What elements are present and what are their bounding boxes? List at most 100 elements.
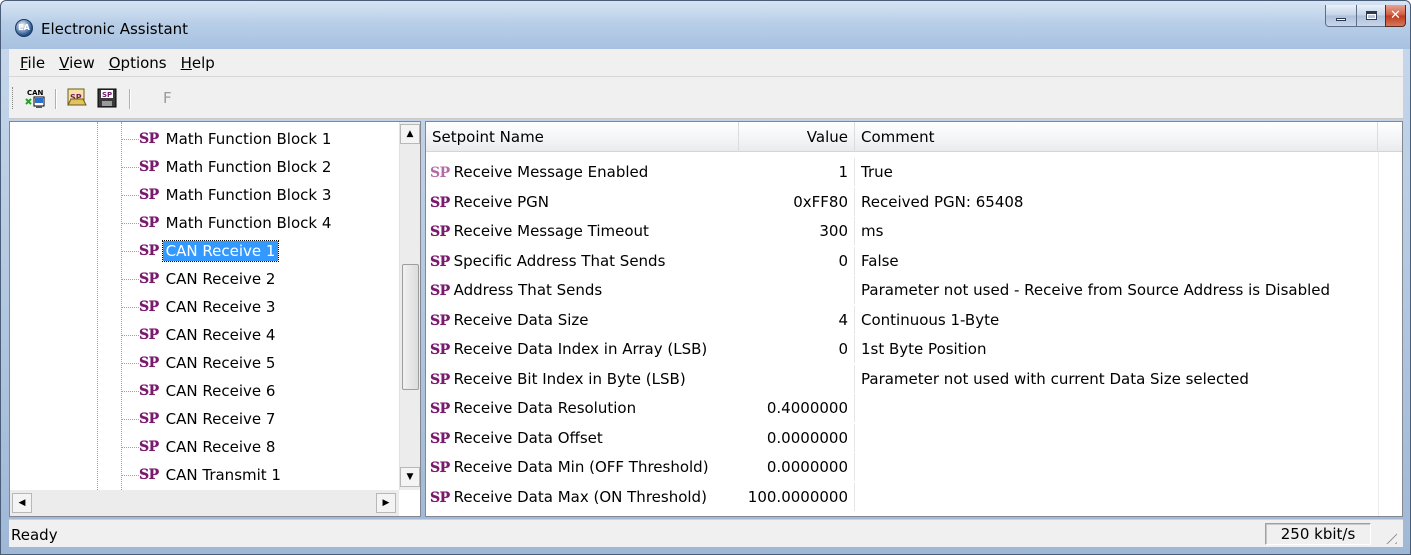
tree-item[interactable]: SP CAN Transmit 1 [121, 462, 284, 488]
list-row[interactable]: SP Receive Bit Index in Byte (LSB) Paramet… [426, 364, 1402, 393]
tree-item[interactable]: SP Math Function Block 4 [121, 210, 334, 236]
maximize-icon [1365, 11, 1377, 20]
tree-connector [121, 250, 139, 252]
setpoint-name: Specific Address That Sends [453, 251, 666, 270]
list-row[interactable]: SP Receive Message Timeout 300 ms [426, 217, 1402, 245]
menu-help[interactable]: Help [174, 54, 222, 72]
open-setpoint-button[interactable]: SP [65, 86, 89, 110]
tree-connector [121, 362, 139, 364]
setpoint-value[interactable]: 0xFF80 [739, 187, 855, 216]
close-button[interactable]: ✕ [1385, 5, 1406, 27]
tree-item[interactable]: SP CAN Receive 7 [121, 406, 278, 432]
tree-item-label[interactable]: CAN Transmit 1 [163, 465, 284, 485]
list-header: Setpoint Name Value Comment [426, 122, 1402, 152]
setpoint-comment: ms [861, 222, 884, 240]
setpoint-icon: SP [139, 131, 159, 147]
setpoint-icon: SP [430, 371, 450, 388]
setpoint-icon: SP [430, 312, 450, 329]
menu-options[interactable]: Options [102, 54, 174, 72]
setpoint-comment: 1st Byte Position [861, 340, 987, 358]
tree-item[interactable]: SP CAN Receive 6 [121, 378, 278, 404]
tree-connector [121, 166, 139, 168]
setpoint-name-cell: SP Receive Data Min (OFF Threshold) [426, 453, 739, 481]
vertical-scroll-thumb[interactable] [402, 264, 419, 390]
tree-item-label[interactable]: CAN Receive 8 [163, 437, 279, 457]
can-connect-button[interactable]: CAN [23, 86, 47, 110]
scroll-right-button[interactable]: ▶ [376, 493, 396, 513]
setpoint-name: Receive Message Enabled [453, 163, 649, 181]
list-row[interactable]: SP Specific Address That Sends 0 False [426, 246, 1402, 275]
tree-guide-line [97, 122, 98, 490]
resize-grip-icon[interactable] [1381, 528, 1397, 544]
setpoint-value[interactable]: 0.0000000 [739, 453, 855, 481]
tree-item[interactable]: SP Math Function Block 3 [121, 182, 334, 208]
tree-item[interactable]: SP CAN Receive 5 [121, 350, 278, 376]
scroll-down-button[interactable]: ▼ [400, 467, 420, 487]
maximize-button[interactable] [1356, 5, 1386, 27]
setpoint-icon: SP [139, 159, 159, 175]
setpoint-value[interactable]: 0 [739, 246, 855, 275]
setpoint-value[interactable]: 4 [739, 305, 855, 334]
scroll-up-button[interactable]: ▲ [400, 124, 420, 144]
setpoint-icon: SP [430, 401, 450, 417]
menu-bar: File View Options Help [9, 49, 1403, 77]
save-setpoint-button[interactable]: SP [95, 86, 119, 110]
toolbar: CAN SP SP F [9, 77, 1403, 119]
tree-item-label[interactable]: CAN Receive 4 [163, 325, 279, 345]
tree-item-label[interactable]: CAN Receive 1 [161, 240, 280, 262]
tree-item[interactable]: SP CAN Receive 2 [121, 266, 278, 292]
column-header-value[interactable]: Value [739, 122, 855, 152]
tree-item[interactable]: SP CAN Receive 3 [121, 294, 278, 320]
list-row[interactable]: SP Receive Data Resolution 0.4000000 [426, 394, 1402, 422]
setpoint-list[interactable]: Setpoint Name Value Comment SP Receive Me… [425, 121, 1403, 517]
column-header-setpoint-name[interactable]: Setpoint Name [426, 122, 739, 152]
setpoint-value[interactable]: 0 [739, 335, 855, 363]
setpoint-value[interactable]: 100.0000000 [739, 482, 855, 511]
tree-item[interactable]: SP Math Function Block 1 [121, 126, 334, 152]
list-row[interactable]: SP Receive Data Min (OFF Threshold) 0.0000… [426, 453, 1402, 481]
tree-item-label[interactable]: Math Function Block 4 [163, 213, 335, 233]
menu-view[interactable]: View [52, 54, 102, 72]
tree-item-label[interactable]: CAN Receive 5 [163, 353, 279, 373]
tree-connector [121, 138, 139, 140]
setpoint-name-cell: SP Address That Sends [426, 276, 739, 304]
tree-item[interactable]: SP Math Function Block 2 [121, 154, 334, 180]
list-row[interactable]: SP Receive PGN 0xFF80 Received PGN: 65408 [426, 187, 1402, 216]
list-row[interactable]: SP Receive Message Enabled 1 True [426, 158, 1402, 186]
setpoint-value[interactable] [739, 364, 855, 393]
setpoint-value[interactable]: 0.4000000 [739, 394, 855, 422]
menu-file[interactable]: File [13, 54, 52, 72]
setpoint-icon: SP [430, 224, 450, 240]
list-row[interactable]: SP Receive Data Size 4 Continuous 1-Byte [426, 305, 1402, 334]
minimize-button[interactable] [1325, 5, 1357, 27]
list-row[interactable]: SP Receive Data Max (ON Threshold) 100.000… [426, 482, 1402, 511]
tree-item-label[interactable]: Math Function Block 2 [163, 157, 335, 177]
disabled-f-button[interactable]: F [163, 89, 172, 107]
tree-item-label[interactable]: CAN Receive 2 [163, 269, 279, 289]
setpoint-value[interactable]: 300 [739, 217, 855, 245]
tree-item[interactable]: SP CAN Receive 4 [121, 322, 278, 348]
list-row[interactable]: SP Receive Data Index in Array (LSB) 0 1st … [426, 335, 1402, 363]
svg-text:CAN: CAN [27, 89, 44, 97]
tree-item[interactable]: SP CAN Receive 8 [121, 434, 278, 460]
setpoint-value[interactable]: 0.0000000 [739, 423, 855, 452]
tree-item[interactable]: SP CAN Receive 1 [121, 238, 280, 264]
setpoint-value[interactable] [739, 276, 855, 304]
tree-item-label[interactable]: CAN Receive 3 [163, 297, 279, 317]
list-row[interactable]: SP Receive Data Offset 0.0000000 [426, 423, 1402, 452]
setpoint-comment [855, 394, 1385, 422]
tree-item-label[interactable]: CAN Receive 6 [163, 381, 279, 401]
setpoint-tree[interactable]: SP Math Function Block 1 SP Math Function B… [9, 121, 421, 517]
list-row[interactable]: SP Address That Sends Parameter not used -… [426, 276, 1402, 304]
tree-item-label[interactable]: CAN Receive 7 [163, 409, 279, 429]
setpoint-comment: Parameter not used - Receive from Source… [861, 281, 1331, 299]
tree-item-label[interactable]: Math Function Block 3 [163, 185, 335, 205]
tree-vertical-scrollbar[interactable]: ▲ ▼ [399, 122, 420, 490]
setpoint-value[interactable]: 1 [739, 158, 855, 186]
scroll-left-button[interactable]: ◀ [12, 493, 32, 513]
column-header-comment[interactable]: Comment [855, 122, 1378, 152]
tree-item-label[interactable]: Math Function Block 1 [163, 129, 335, 149]
setpoint-name: Receive Data Index in Array (LSB) [453, 340, 708, 358]
title-bar[interactable]: EA Electronic Assistant ✕ [1, 1, 1410, 49]
tree-horizontal-scrollbar[interactable]: ◀ ▶ [10, 490, 399, 516]
